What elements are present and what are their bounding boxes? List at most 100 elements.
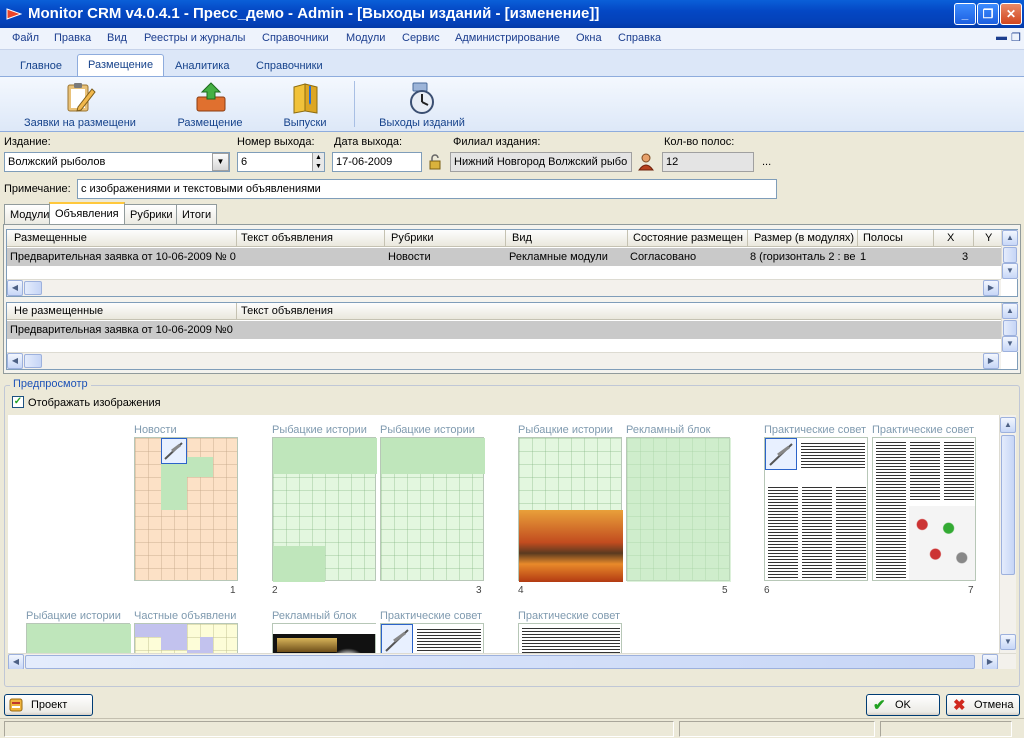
tab-placement[interactable]: Размещение <box>77 54 165 77</box>
scroll-up-icon[interactable]: ▲ <box>1000 417 1016 433</box>
page-thumbnail-6[interactable] <box>764 437 868 581</box>
col-placed[interactable]: Размещенные <box>14 232 236 244</box>
menu-windows[interactable]: Окна <box>576 32 602 44</box>
scroll-right-icon[interactable]: ▶ <box>983 280 999 296</box>
col-ad-text[interactable]: Текст объявления <box>241 232 384 244</box>
tab-ads[interactable]: Объявления <box>49 202 125 225</box>
scroll-down-icon[interactable]: ▼ <box>1002 336 1018 352</box>
page-thumbnail-5[interactable] <box>626 437 731 582</box>
page-thumbnail-4[interactable] <box>518 437 623 582</box>
placed-vscrollbar[interactable]: ▲ ▼ <box>1001 230 1018 279</box>
col-separator <box>236 303 237 320</box>
cell-status: Согласовано <box>630 251 697 263</box>
col-y[interactable]: Y <box>985 232 999 244</box>
edition-dropdown-icon[interactable]: ▼ <box>212 153 229 171</box>
scroll-thumb[interactable] <box>1001 435 1015 575</box>
clipboard-edit-icon <box>67 83 96 112</box>
page-label: Частные объявлени <box>134 610 237 622</box>
cancel-button[interactable]: ✖ Отмена <box>946 694 1020 716</box>
menu-file[interactable]: Файл <box>12 32 39 44</box>
col-status[interactable]: Состояние размещен <box>633 232 747 244</box>
page-thumbnail-1[interactable] <box>134 437 238 581</box>
menu-service[interactable]: Сервис <box>402 32 440 44</box>
scroll-right-icon[interactable]: ▶ <box>982 654 998 669</box>
unplaced-vscrollbar[interactable]: ▲ ▼ <box>1001 303 1018 352</box>
scroll-thumb[interactable] <box>1003 247 1017 263</box>
edition-issues-button[interactable]: Выходы изданий <box>372 79 472 131</box>
col-size[interactable]: Размер (в модулях) <box>754 232 857 244</box>
placed-hscrollbar[interactable]: ◀ ▶ <box>7 279 1001 296</box>
scroll-up-icon[interactable]: ▲ <box>1002 230 1018 246</box>
person-icon[interactable] <box>638 153 654 171</box>
col-ad-text[interactable]: Текст объявления <box>241 305 441 317</box>
tab-main[interactable]: Главное <box>10 56 72 76</box>
show-images-checkbox[interactable]: ✓ <box>12 396 24 408</box>
unplaced-hscrollbar[interactable]: ◀ ▶ <box>7 352 1001 369</box>
menu-view[interactable]: Вид <box>107 32 127 44</box>
tab-modules[interactable]: Модули <box>4 204 56 224</box>
placement-label: Размещение <box>177 117 243 129</box>
scroll-thumb[interactable] <box>1003 320 1017 336</box>
page-thumbnail-7[interactable] <box>872 437 976 581</box>
menu-registers[interactable]: Реестры и журналы <box>144 32 245 44</box>
issue-date-field[interactable]: 17-06-2009 <box>332 152 422 172</box>
scroll-left-icon[interactable]: ◀ <box>7 353 23 369</box>
menu-references[interactable]: Справочники <box>262 32 329 44</box>
menu-administration[interactable]: Администрирование <box>455 32 560 44</box>
more-button[interactable]: ... <box>762 156 771 168</box>
placement-button[interactable]: Размещение <box>170 79 250 131</box>
cell-pages: 1 <box>860 251 867 263</box>
placement-requests-label: Заявки на размещени <box>24 117 136 129</box>
tab-analytics[interactable]: Аналитика <box>165 56 239 76</box>
table-row[interactable]: Предварительная заявка от 10-06-2009 №0 <box>7 321 1001 339</box>
page-label: Практические совет <box>518 610 620 622</box>
issue-number-spinner-icon[interactable]: ▲ ▼ <box>312 153 324 171</box>
scroll-down-icon[interactable]: ▼ <box>1002 263 1018 279</box>
unplaced-grid-header: Не размещенные Текст объявления <box>7 303 1001 320</box>
page-thumbnail-2[interactable] <box>272 437 377 582</box>
col-x[interactable]: X <box>947 232 967 244</box>
window-title: Monitor CRM v4.0.4.1 - Пресс_демо - Admi… <box>28 5 600 22</box>
menu-modules[interactable]: Модули <box>346 32 385 44</box>
tab-totals[interactable]: Итоги <box>176 204 218 224</box>
maximize-button[interactable]: ❐ <box>977 3 999 25</box>
edition-select[interactable]: Волжский рыболов <box>4 152 230 172</box>
minimize-button[interactable]: _ <box>954 3 976 25</box>
mdi-minimize-icon[interactable]: ▬ <box>996 31 1007 43</box>
cell-x: 3 <box>962 251 969 263</box>
project-button[interactable]: Проект <box>4 694 93 716</box>
status-pane <box>880 721 1012 737</box>
scroll-thumb[interactable] <box>25 655 975 669</box>
scroll-right-icon[interactable]: ▶ <box>983 353 999 369</box>
project-icon <box>9 698 23 712</box>
close-button[interactable]: ✕ <box>1000 3 1022 25</box>
menu-edit[interactable]: Правка <box>54 32 91 44</box>
upload-box-icon <box>196 82 226 112</box>
ribbon: Заявки на размещени Размещение Выпуски В… <box>0 76 1024 132</box>
mdi-restore-icon[interactable]: ❐ <box>1011 31 1021 44</box>
scroll-thumb[interactable] <box>24 281 42 295</box>
page-thumbnail-3[interactable] <box>380 437 485 581</box>
tab-rubrics[interactable]: Рубрики <box>124 204 179 224</box>
ok-button[interactable]: ✔ OK <box>866 694 940 716</box>
placement-requests-button[interactable]: Заявки на размещени <box>18 79 142 131</box>
col-rubrics[interactable]: Рубрики <box>391 232 505 244</box>
scroll-left-icon[interactable]: ◀ <box>7 280 23 296</box>
preview-hscrollbar[interactable]: ◀ ▶ <box>8 653 1016 669</box>
preview-vscrollbar[interactable]: ▲ ▼ <box>999 415 1016 653</box>
tab-references[interactable]: Справочники <box>246 56 333 76</box>
scroll-thumb[interactable] <box>24 354 42 368</box>
lock-icon[interactable] <box>428 154 442 170</box>
stopwatch-icon <box>410 82 434 114</box>
col-type[interactable]: Вид <box>512 232 627 244</box>
col-unplaced[interactable]: Не размещенные <box>14 305 236 317</box>
menu-help[interactable]: Справка <box>618 32 661 44</box>
releases-button[interactable]: Выпуски <box>272 79 338 131</box>
note-field[interactable]: с изображениями и текстовыми объявлениям… <box>77 179 777 199</box>
col-separator <box>384 230 385 247</box>
scroll-up-icon[interactable]: ▲ <box>1002 303 1018 319</box>
table-row[interactable]: Предварительная заявка от 10-06-2009 № 0… <box>7 248 1001 266</box>
scroll-down-icon[interactable]: ▼ <box>1000 634 1016 650</box>
col-pages[interactable]: Полосы <box>863 232 933 244</box>
scroll-left-icon[interactable]: ◀ <box>8 654 24 669</box>
